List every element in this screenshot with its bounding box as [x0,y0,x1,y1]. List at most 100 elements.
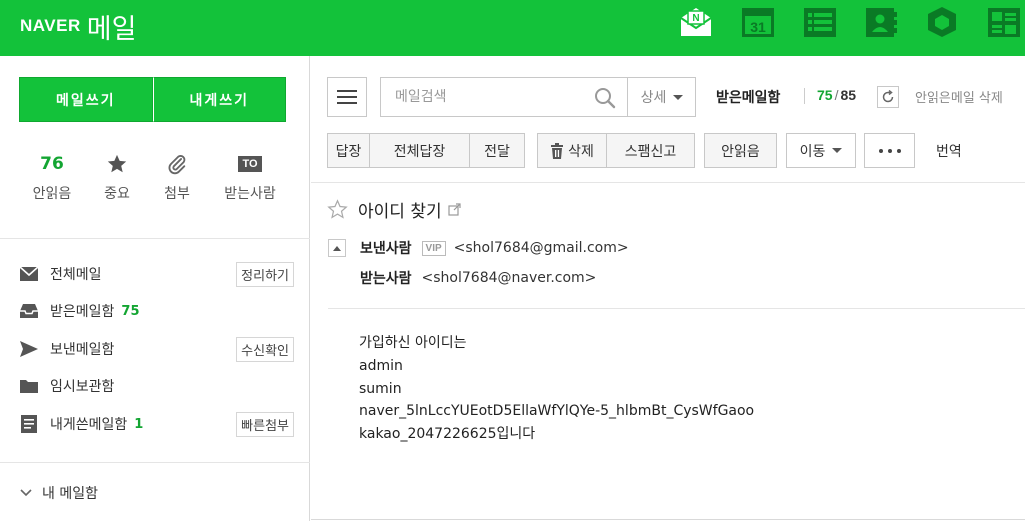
unread-label: 안읽음 [32,186,72,202]
calendar-app-icon[interactable]: 31 [741,5,775,39]
envelope-icon [18,264,40,284]
folder-label: 전체메일 [50,267,102,283]
folder-sent[interactable]: 보낸메일함 수신확인 [18,336,296,362]
search-detail-dropdown[interactable]: 상세 [627,78,696,116]
sidebar: 메일쓰기 내게쓰기 76 안읽음 중요 첨부 TO 받는사람 전체메일 정리하기… [0,56,310,521]
inbox-tray-icon [18,301,40,321]
paperclip-icon [168,155,186,175]
unread-count: 76 [40,154,64,174]
read-receipt-button[interactable]: 수신확인 [236,336,294,362]
vip-badge[interactable]: VIP [421,240,446,256]
chevron-down-icon [20,489,32,497]
quick-unread[interactable]: 76 안읽음 [17,149,87,203]
self-mail-count: 1 [134,416,144,432]
folder-label: 임시보관함 [50,379,115,395]
recipient-label: 받는사람 [360,271,412,287]
to-label: 받는사람 [224,186,276,202]
mailbox-total-count: 85 [840,87,857,103]
write-self-button[interactable]: 내게쓰기 [152,77,286,122]
search-box: 상세 [380,77,696,117]
sender-address[interactable]: <shol7684@gmail.com> [454,240,629,256]
more-button[interactable] [864,133,915,168]
organize-button[interactable]: 정리하기 [236,261,294,287]
folder-label: 받은메일함 [50,304,115,320]
move-label: 이동 [799,143,826,160]
caret-down-icon [832,148,843,153]
to-icon: TO [238,156,262,172]
write-buttons: 메일쓰기 내게쓰기 [19,77,286,122]
mailbox-count: 75/85 [817,87,856,103]
content-bottom-border [311,519,1025,520]
sidebar-divider [0,238,310,239]
body-line: sumin [359,380,402,397]
write-mail-button[interactable]: 메일쓰기 [19,77,153,122]
inbox-unread-count: 75 [121,303,140,319]
todo-app-icon[interactable] [803,5,837,39]
search-input[interactable] [381,78,627,116]
star-outline-icon[interactable] [327,199,348,220]
main-content: 상세 받은메일함 75/85 안읽은메일 삭제 답장 전체답장 전달 삭제 스팸… [311,56,1025,521]
quick-attach-button[interactable]: 빠른첨부 [236,411,294,437]
delete-label: 삭제 [568,143,594,160]
quick-attachment[interactable]: 첨부 [142,149,212,203]
sender-label: 보낸사람 [360,241,412,257]
header-divider [328,308,1025,309]
top-bar: NAVER 메일 N 31 [0,0,1025,56]
folder-all-mail[interactable]: 전체메일 정리하기 [18,261,296,287]
star-icon [107,154,127,173]
quick-to-me[interactable]: TO 받는사람 [215,149,285,203]
toolbar-divider [311,182,1025,183]
folder-icon [18,376,40,396]
my-mailbox-toggle[interactable]: 내 메일함 [20,483,98,503]
send-arrow-icon [18,339,40,359]
mailbox-unread-count: 75 [817,87,833,103]
reply-button[interactable]: 답장 [327,133,370,168]
message-body: 가입하신 아이디는 admin sumin naver_5lnLccYUEotD… [359,332,754,446]
caret-up-icon [333,245,341,251]
note-icon [18,414,40,434]
forward-button[interactable]: 전달 [469,133,525,168]
refresh-icon [882,90,894,103]
more-dots-icon [878,148,901,153]
search-detail-label: 상세 [640,90,667,106]
body-line: 가입하신 아이디는 [359,335,467,351]
message-subject: 아이디 찾기 [358,202,442,222]
svg-text:N: N [692,13,699,24]
sender-row: 보낸사람 VIP <shol7684@gmail.com> [328,238,629,258]
collapse-header-button[interactable] [328,239,346,257]
my-mailbox-label: 내 메일함 [42,486,98,502]
message-subject-row: 아이디 찾기 [327,197,461,222]
delete-unread-link[interactable]: 안읽은메일 삭제 [915,87,1003,106]
mark-unread-button[interactable]: 안읽음 [704,133,777,168]
title-separator [804,88,805,104]
body-line: naver_5lnLccYUEotD5EllaWfYlQYe-5_hlbmBt_… [359,403,755,420]
contacts-app-icon[interactable] [864,5,898,39]
caret-down-icon [673,94,684,100]
app-launcher: N 31 [0,5,1025,39]
mail-app-icon[interactable]: N [679,5,713,39]
translate-button[interactable]: 번역 [936,141,962,161]
body-line: kakao_2047226625입니다 [359,426,536,443]
folder-inbox[interactable]: 받은메일함 75 [18,298,296,324]
recipient-address[interactable]: <shol7684@naver.com> [422,270,597,286]
folder-to-self[interactable]: 내게쓴메일함 1 빠른첨부 [18,411,296,437]
move-dropdown[interactable]: 이동 [786,133,856,168]
recipient-row: 받는사람 <shol7684@naver.com> [360,268,596,288]
memo-app-icon[interactable] [987,5,1021,39]
refresh-button[interactable] [877,86,899,108]
hamburger-menu-button[interactable] [327,77,367,117]
mybox-app-icon[interactable] [925,5,959,39]
folder-label: 보낸메일함 [50,342,115,358]
delete-button[interactable]: 삭제 [537,133,607,168]
trash-icon [551,142,564,159]
spam-report-button[interactable]: 스팸신고 [606,133,695,168]
search-icon[interactable] [593,86,617,110]
folder-label: 내게쓴메일함 [50,417,128,433]
folder-drafts[interactable]: 임시보관함 [18,373,296,399]
mailbox-title: 받은메일함 [716,90,781,106]
open-new-window-icon[interactable] [448,203,461,216]
reply-all-button[interactable]: 전체답장 [369,133,470,168]
quick-filters: 76 안읽음 중요 첨부 TO 받는사람 [20,149,290,219]
attachment-label: 첨부 [164,186,190,202]
count-separator: / [834,87,839,103]
